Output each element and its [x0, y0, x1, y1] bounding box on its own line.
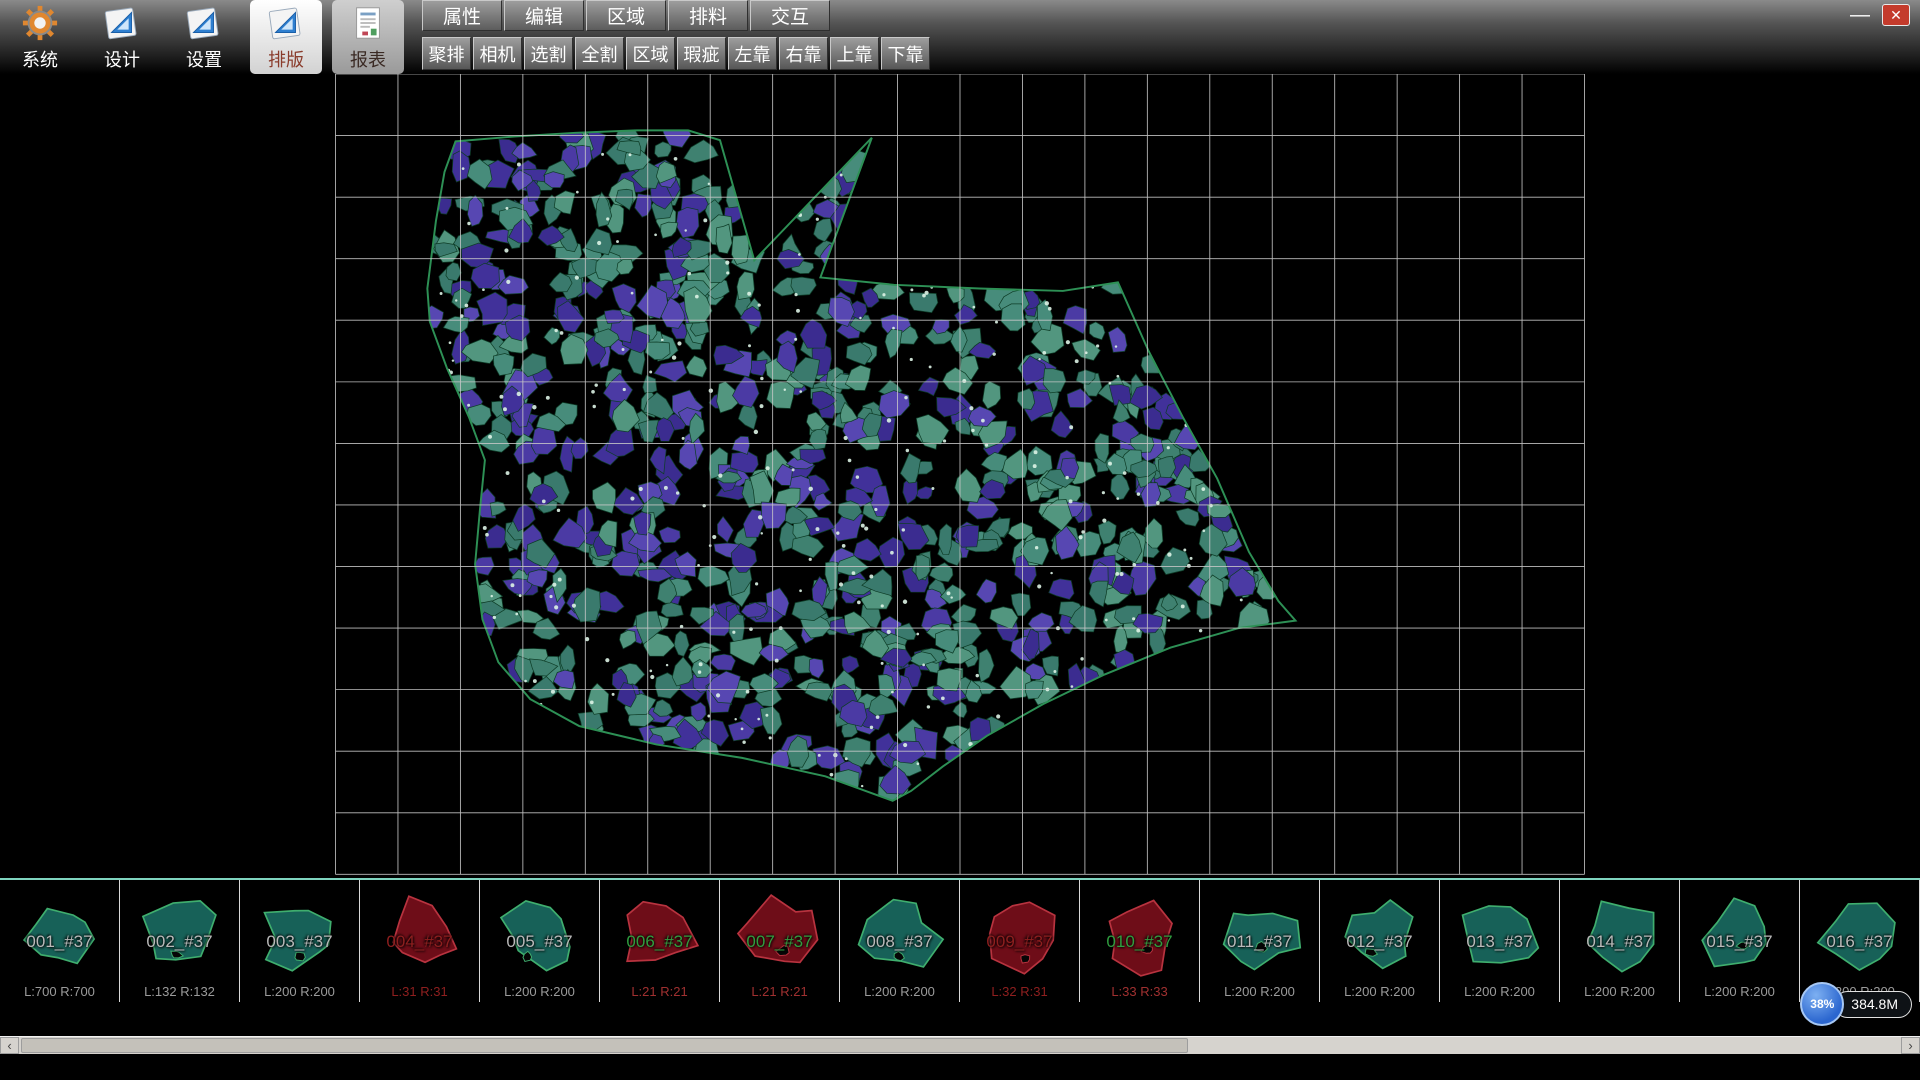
- piece-shape-preview: [842, 882, 958, 1000]
- piece-thumbnail[interactable]: 013_#37L:200 R:200: [1440, 880, 1560, 1002]
- piece-shape-preview: [1202, 882, 1318, 1000]
- tool-button-align-right[interactable]: 右靠: [779, 37, 828, 70]
- main-button-settings[interactable]: 设置: [168, 0, 240, 74]
- piece-thumbnail[interactable]: 015_#37L:200 R:200: [1680, 880, 1800, 1002]
- piece-thumbnail[interactable]: 009_#37L:32 R:31: [960, 880, 1080, 1002]
- close-button[interactable]: ✕: [1882, 4, 1910, 26]
- main-button-label: 排版: [268, 46, 304, 72]
- toolbar: 系统设计设置排版报表 属性编辑区域排料交互 聚排相机选割全割区域瑕疵左靠右靠上靠…: [0, 0, 1920, 74]
- scroll-left-arrow[interactable]: ‹: [0, 1037, 19, 1054]
- report-icon: [348, 3, 388, 43]
- piece-shape-preview: [962, 882, 1078, 1000]
- status-badge: 38% 384.8M: [1800, 982, 1912, 1026]
- menu-tab-nesting[interactable]: 排料: [668, 0, 748, 31]
- memory-value: 384.8M: [1851, 996, 1898, 1012]
- piece-thumbnail[interactable]: 006_#37L:21 R:21: [600, 880, 720, 1002]
- main-button-layout[interactable]: 排版: [250, 0, 322, 74]
- progress-circle: 38%: [1800, 982, 1844, 1026]
- menu-tab-region[interactable]: 区域: [586, 0, 666, 31]
- piece-thumbnail[interactable]: 003_#37L:200 R:200: [240, 880, 360, 1002]
- tool-button-region[interactable]: 区域: [626, 37, 675, 70]
- main-button-label: 系统: [22, 46, 58, 72]
- main-button-system[interactable]: 系统: [4, 0, 76, 74]
- tool-button-row: 聚排相机选割全割区域瑕疵左靠右靠上靠下靠: [422, 37, 930, 70]
- tool-button-cluster-nest[interactable]: 聚排: [422, 37, 471, 70]
- piece-shape-preview: [602, 882, 718, 1000]
- main-button-design[interactable]: 设计: [86, 0, 158, 74]
- main-button-label: 设计: [104, 46, 140, 72]
- piece-thumbnail[interactable]: 001_#37L:700 R:700: [0, 880, 120, 1002]
- horizontal-scrollbar[interactable]: ‹ ›: [0, 1036, 1920, 1054]
- tool-button-align-left[interactable]: 左靠: [728, 37, 777, 70]
- main-toolbar: 系统 设计 设置 排版 报表: [4, 0, 404, 74]
- piece-shape-preview: [1682, 882, 1798, 1000]
- piece-shape-preview: [1322, 882, 1438, 1000]
- piece-thumbnail[interactable]: 010_#37L:33 R:33: [1080, 880, 1200, 1002]
- piece-shape-preview: [482, 882, 598, 1000]
- tool-button-select-cut[interactable]: 选割: [524, 37, 573, 70]
- menu-tab-properties[interactable]: 属性: [422, 0, 502, 31]
- set-square-icon: [102, 3, 142, 43]
- piece-thumbnail[interactable]: 011_#37L:200 R:200: [1200, 880, 1320, 1002]
- piece-thumbnail[interactable]: 002_#37L:132 R:132: [120, 880, 240, 1002]
- tool-button-align-top[interactable]: 上靠: [830, 37, 879, 70]
- piece-shape-preview: [722, 882, 838, 1000]
- tool-button-defect[interactable]: 瑕疵: [677, 37, 726, 70]
- piece-thumbnail[interactable]: 008_#37L:200 R:200: [840, 880, 960, 1002]
- piece-strip: 001_#37L:700 R:700002_#37L:132 R:132003_…: [0, 878, 1920, 1002]
- piece-shape-preview: [122, 882, 238, 1000]
- tool-button-cut-all[interactable]: 全割: [575, 37, 624, 70]
- menu-tab-edit[interactable]: 编辑: [504, 0, 584, 31]
- piece-shape-preview: [242, 882, 358, 1000]
- menu-tab-row: 属性编辑区域排料交互: [422, 0, 930, 31]
- app-window: 系统设计设置排版报表 属性编辑区域排料交互 聚排相机选割全割区域瑕疵左靠右靠上靠…: [0, 0, 1920, 1080]
- piece-thumbnail[interactable]: 005_#37L:200 R:200: [480, 880, 600, 1002]
- menu-area: 属性编辑区域排料交互 聚排相机选割全割区域瑕疵左靠右靠上靠下靠: [422, 0, 930, 70]
- main-button-label: 设置: [186, 46, 222, 72]
- gear-icon: [20, 3, 60, 43]
- scroll-right-arrow[interactable]: ›: [1901, 1037, 1920, 1054]
- main-button-label: 报表: [350, 46, 386, 72]
- nesting-canvas[interactable]: [0, 74, 1920, 878]
- piece-thumbnail[interactable]: 007_#37L:21 R:21: [720, 880, 840, 1002]
- set-square-icon: [184, 3, 224, 43]
- piece-thumbnail[interactable]: 004_#37L:31 R:31: [360, 880, 480, 1002]
- piece-shape-preview: [362, 882, 478, 1000]
- set-square-icon: [266, 3, 306, 43]
- piece-shape-preview: [1082, 882, 1198, 1000]
- tool-button-align-bottom[interactable]: 下靠: [881, 37, 930, 70]
- scrollbar-thumb[interactable]: [21, 1038, 1188, 1053]
- piece-shape-preview: [1442, 882, 1558, 1000]
- progress-percent: 38%: [1810, 997, 1834, 1011]
- tool-button-camera[interactable]: 相机: [473, 37, 522, 70]
- scrollbar-track[interactable]: [19, 1037, 1901, 1054]
- piece-shape-preview: [1562, 882, 1678, 1000]
- window-controls: — ✕: [1850, 4, 1910, 26]
- piece-thumbnail[interactable]: 012_#37L:200 R:200: [1320, 880, 1440, 1002]
- main-button-report[interactable]: 报表: [332, 0, 404, 74]
- piece-shape-preview: [2, 882, 118, 1000]
- menu-tab-interaction[interactable]: 交互: [750, 0, 830, 31]
- nesting-canvas-svg: [0, 74, 1920, 878]
- memory-pill: 384.8M: [1834, 991, 1912, 1018]
- minimize-button[interactable]: —: [1850, 5, 1870, 25]
- piece-thumbnail[interactable]: 014_#37L:200 R:200: [1560, 880, 1680, 1002]
